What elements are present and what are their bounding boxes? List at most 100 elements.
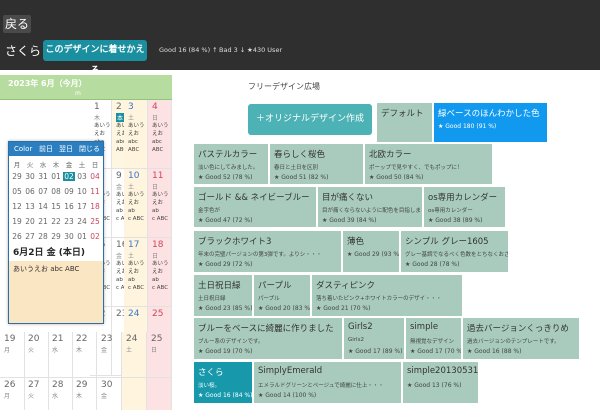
popup-day[interactable]: 15 bbox=[50, 202, 62, 211]
design-tile[interactable]: ゴールド && ネイビーブルー 金字色が ★ Good 47 (72 %) bbox=[193, 186, 317, 228]
popup-day[interactable]: 03 bbox=[76, 172, 88, 181]
popup-day[interactable]: 24 bbox=[76, 217, 88, 226]
popup-day[interactable]: 08 bbox=[50, 187, 62, 196]
popup-day[interactable]: 28 bbox=[37, 232, 49, 241]
day-event[interactable]: あいう えお abc ABC bbox=[152, 122, 169, 154]
popup-day[interactable]: 30 bbox=[24, 172, 36, 181]
design-tile[interactable]: パステルカラー 淡い色にしてみました。 ★ Good 52 (78 %) bbox=[193, 143, 269, 185]
calendar-day-cell[interactable]: 29 木 bbox=[72, 378, 97, 410]
popup-tab-prev[interactable]: 前日 bbox=[39, 143, 53, 155]
calendar-day-cell[interactable]: 26 月 bbox=[0, 378, 25, 410]
design-tile[interactable]: SimplyEmerald エメラルドグリーンとページュで綺麗に仕上・・・ ★ Go… bbox=[253, 361, 402, 404]
design-tile[interactable]: 過去バージョンくっきりめ 過去バージョンのテンプレートです。 ★ Good 16 (… bbox=[462, 317, 580, 360]
popup-tab-close[interactable]: 閉じる bbox=[79, 143, 100, 155]
popup-day[interactable]: 16 bbox=[63, 202, 75, 211]
calendar-day-cell[interactable]: 24 土 bbox=[122, 332, 147, 378]
popup-day[interactable]: 01 bbox=[50, 172, 62, 181]
date-popup: Color 前日 翌日 閉じる 月火水木金土日 29 30 31 01 02 03 04 05 0… bbox=[8, 141, 104, 324]
tile-name: 過去バージョンくっきりめ bbox=[467, 324, 569, 334]
design-tile[interactable]: 土日祝日緑 土日祝日緑 ★ Good 23 (85 %) bbox=[193, 274, 253, 317]
apply-design-button[interactable]: このデザインに着せかえる bbox=[43, 40, 147, 76]
popup-day[interactable]: 02 bbox=[89, 232, 101, 241]
calendar-day-cell[interactable]: 17 土あいう えお ab c ABC bbox=[124, 238, 148, 307]
design-tile[interactable]: os専用カレンダー os専用カレンダー ★ Good 38 (89 %) bbox=[423, 186, 506, 228]
day-of-week: 土 bbox=[126, 347, 133, 354]
popup-day[interactable]: 27 bbox=[24, 232, 36, 241]
calendar-day-cell[interactable]: 30 金 bbox=[97, 378, 122, 410]
popup-day[interactable]: 07 bbox=[37, 187, 49, 196]
design-tile[interactable]: パープル パープル ★ Good 20 (83 %) bbox=[253, 274, 311, 317]
design-tile[interactable]: 北欧カラー ポーップで見やすく、でもポップに！ ★ Good 50 (84 %) bbox=[364, 143, 493, 185]
design-tile[interactable]: 目が痛くない 目が痛くならないように配色を目指しました ★ Good 39 (84 … bbox=[317, 186, 423, 228]
popup-day[interactable]: 04 bbox=[89, 172, 101, 181]
popup-day[interactable]: 06 bbox=[24, 187, 36, 196]
calendar-day-cell[interactable]: 20 火 bbox=[24, 332, 49, 378]
day-event[interactable]: あいう えお abc ABC bbox=[128, 122, 145, 154]
design-tile[interactable]: 春らしく桜色 春日と土日を区別 ★ Good 51 (82 %) bbox=[269, 143, 364, 185]
popup-day[interactable]: 31 bbox=[37, 172, 49, 181]
calendar-day-cell[interactable]: 27 火 bbox=[24, 378, 49, 410]
calendar-day-cell[interactable]: 3 土あいう えお abc ABC bbox=[124, 100, 148, 169]
create-original-button[interactable]: ＋オリジナルデザイン作成 bbox=[248, 104, 372, 135]
calendar-day-cell[interactable]: 23 金 bbox=[97, 332, 122, 378]
bad-count[interactable]: Bad 3 ↓ bbox=[219, 46, 245, 54]
popup-day[interactable]: 22 bbox=[50, 217, 62, 226]
design-tile[interactable]: デフォルト bbox=[376, 102, 433, 143]
day-of-week: 火 bbox=[28, 347, 35, 354]
popup-day[interactable]: 30 bbox=[63, 232, 75, 241]
design-tile[interactable]: さくら 淡い桜。 ★ Good 16 (84 %) bbox=[193, 361, 253, 404]
calendar-day-cell[interactable]: 28 水 bbox=[48, 378, 73, 410]
calendar-day-cell[interactable]: 18 日あいう えお ab c ABC bbox=[148, 238, 172, 307]
design-tile[interactable]: 薄色 ★ Good 29 (93 %) bbox=[342, 230, 400, 273]
calendar-day-cell[interactable]: 4 日あいう えお abc ABC bbox=[148, 100, 172, 169]
popup-day[interactable]: 13 bbox=[24, 202, 36, 211]
popup-day[interactable]: 11 bbox=[89, 187, 101, 196]
popup-day[interactable]: 29 bbox=[11, 172, 23, 181]
calendar-day-cell[interactable]: 11 日あいう えお ab c ABC bbox=[148, 169, 172, 238]
calendar-day-cell[interactable]: 10 土あいう えお ab c ABC bbox=[124, 169, 148, 238]
calendar-day-cell[interactable] bbox=[147, 378, 172, 410]
popup-day[interactable]: 05 bbox=[11, 187, 23, 196]
design-tile[interactable]: ブルーをベースに綺麗に作りました ブルー系のデザインです。 ★ Good 19 (7… bbox=[193, 317, 343, 360]
calendar-day-cell[interactable]: 22 木 bbox=[72, 332, 97, 378]
day-event[interactable]: あいう えお ab c ABC bbox=[152, 191, 171, 223]
popup-tab-color[interactable]: Color bbox=[14, 143, 32, 155]
popup-day[interactable]: 18 bbox=[89, 202, 101, 211]
calendar-day-cell[interactable]: 19 月 bbox=[0, 332, 25, 378]
design-tile[interactable]: シンプル グレー1605 グレー基調でなるべく色数をとちなくおさえま・・・ ★ Go… bbox=[400, 230, 509, 273]
popup-day[interactable]: 09 bbox=[63, 187, 75, 196]
popup-day[interactable]: 20 bbox=[24, 217, 36, 226]
popup-day[interactable]: 29 bbox=[50, 232, 62, 241]
day-event[interactable]: あいう えお ab c ABC bbox=[128, 260, 147, 292]
day-number: 21 bbox=[52, 334, 64, 344]
popup-day[interactable]: 25 bbox=[89, 217, 101, 226]
design-tile[interactable]: 緑ベースのほんわかした色 ★ Good 180 (91 %) bbox=[433, 102, 548, 143]
design-tile[interactable]: ダスティピンク 落ち着いたピンク+ホワイトカラーのデザイ・・・ ★ Good 21 … bbox=[311, 274, 463, 317]
day-of-week: 土 bbox=[128, 184, 135, 191]
day-number: 10 bbox=[128, 171, 140, 181]
popup-day[interactable]: 14 bbox=[37, 202, 49, 211]
popup-tab-next[interactable]: 翌日 bbox=[59, 143, 73, 155]
popup-event[interactable]: あいうえお abc ABC bbox=[9, 261, 103, 323]
popup-day[interactable]: 02 bbox=[63, 172, 75, 181]
design-tile[interactable]: simple 無視覚なデザイン ★ Good 17 (70 %) bbox=[405, 317, 462, 360]
popup-day[interactable]: 26 bbox=[11, 232, 23, 241]
popup-day[interactable]: 01 bbox=[76, 232, 88, 241]
calendar-day-cell[interactable] bbox=[122, 378, 147, 410]
good-count[interactable]: Good 16 (84 %) ↑ bbox=[159, 46, 218, 54]
calendar-day-cell[interactable]: 25 日 bbox=[147, 332, 172, 378]
popup-day[interactable]: 10 bbox=[76, 187, 88, 196]
back-button[interactable]: 戻る bbox=[3, 15, 31, 33]
popup-day[interactable]: 12 bbox=[11, 202, 23, 211]
day-number: 28 bbox=[52, 380, 64, 390]
calendar-day-cell[interactable]: 21 水 bbox=[48, 332, 73, 378]
popup-day[interactable]: 19 bbox=[11, 217, 23, 226]
day-event[interactable]: あいう えお ab c ABC bbox=[152, 260, 171, 292]
design-tile[interactable]: Girls2 Girls2 ★ Good 17 (89 %) bbox=[343, 317, 405, 360]
popup-day[interactable]: 21 bbox=[37, 217, 49, 226]
popup-day[interactable]: 17 bbox=[76, 202, 88, 211]
design-tile[interactable]: simple20130531 ★ Good 13 (76 %) bbox=[402, 361, 479, 404]
design-tile[interactable]: ブラックホワイト3 年末の完璧パージョンの第3弾です。よりシ・・・ ★ Good 2… bbox=[193, 230, 342, 273]
day-event[interactable]: あいう えお ab c ABC bbox=[128, 191, 147, 223]
popup-day[interactable]: 23 bbox=[63, 217, 75, 226]
